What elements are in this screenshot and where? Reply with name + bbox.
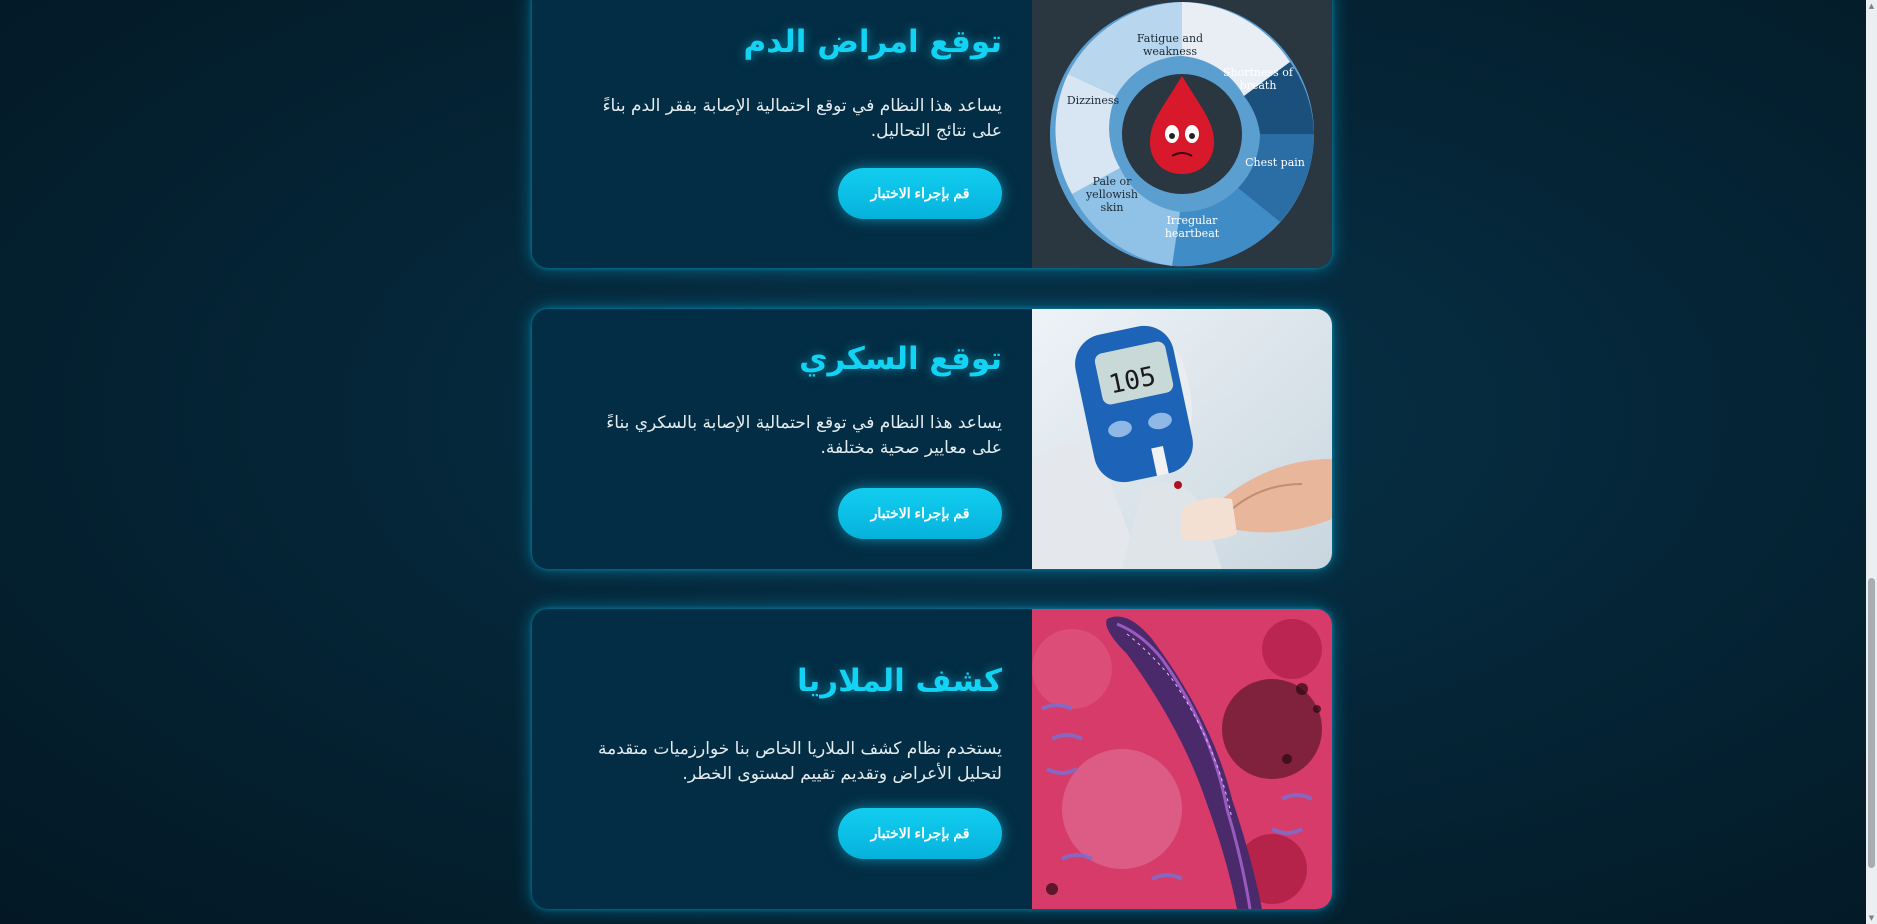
card-title: كشف الملاريا	[797, 663, 1002, 699]
card-malaria: كشف الملاريا يستخدم نظام كشف الملاريا ال…	[532, 609, 1332, 909]
card-description: يساعد هذا النظام في توقع احتمالية الإصاب…	[562, 411, 1002, 461]
take-test-button[interactable]: قم بإجراء الاختبار	[838, 168, 1002, 219]
description-line: يساعد هذا النظام في توقع احتمالية الإصاب…	[606, 413, 1002, 433]
malaria-parasite-micrograph	[1032, 609, 1332, 909]
malaria-micrograph-image	[1032, 609, 1332, 909]
card-diabetes: 105 توقع السكري يساعد هذا النظام في توقع…	[532, 309, 1332, 569]
svg-text:Irregular: Irregular	[1167, 214, 1219, 227]
take-test-button[interactable]: قم بإجراء الاختبار	[838, 808, 1002, 859]
description-line: يساعد هذا النظام في توقع احتمالية الإصاب…	[602, 96, 1002, 116]
svg-text:heartbeat: heartbeat	[1165, 227, 1220, 240]
svg-text:yellowish: yellowish	[1085, 188, 1138, 201]
svg-text:weakness: weakness	[1143, 45, 1197, 58]
card-description: يستخدم نظام كشف الملاريا الخاص بنا خوارز…	[562, 737, 1002, 787]
svg-text:Shortness of: Shortness of	[1223, 66, 1294, 79]
card-title: توقع امراض الدم	[743, 24, 1002, 60]
anemia-symptoms-diagram: Fatigue and weakness Shortness of breath…	[1032, 0, 1332, 268]
card-description: يساعد هذا النظام في توقع احتمالية الإصاب…	[562, 94, 1002, 144]
card-blood-diseases: Fatigue and weakness Shortness of breath…	[532, 0, 1332, 268]
description-line: على معايير صحية مختلفة.	[820, 438, 1003, 458]
glucose-meter-photo: 105	[1032, 309, 1332, 569]
glucose-meter-image: 105	[1032, 309, 1332, 569]
card-title: توقع السكري	[799, 341, 1002, 377]
svg-text:skin: skin	[1101, 201, 1124, 214]
anemia-symptoms-image: Fatigue and weakness Shortness of breath…	[1032, 0, 1332, 268]
svg-text:Chest pain: Chest pain	[1245, 156, 1305, 169]
svg-text:Pale or: Pale or	[1093, 175, 1133, 188]
description-line: لتحليل الأعراض وتقديم تقييم لمستوى الخطر…	[682, 764, 1002, 784]
scroll-down-icon[interactable]: ▼	[1868, 914, 1875, 922]
card-content: توقع السكري يساعد هذا النظام في توقع احت…	[562, 309, 1002, 569]
take-test-button[interactable]: قم بإجراء الاختبار	[838, 488, 1002, 539]
svg-text:Fatigue and: Fatigue and	[1137, 32, 1203, 45]
scroll-up-icon[interactable]: ▲	[1868, 2, 1875, 10]
scrollbar-thumb[interactable]	[1868, 578, 1875, 868]
description-line: على نتائج التحاليل.	[870, 121, 1002, 141]
svg-text:Dizziness: Dizziness	[1067, 94, 1120, 107]
page-scrollbar[interactable]: ▲ ▼	[1866, 0, 1877, 924]
svg-text:breath: breath	[1240, 79, 1277, 92]
description-line: يستخدم نظام كشف الملاريا الخاص بنا خوارز…	[598, 739, 1002, 759]
card-content: كشف الملاريا يستخدم نظام كشف الملاريا ال…	[562, 609, 1002, 909]
card-content: توقع امراض الدم يساعد هذا النظام في توقع…	[562, 0, 1002, 268]
